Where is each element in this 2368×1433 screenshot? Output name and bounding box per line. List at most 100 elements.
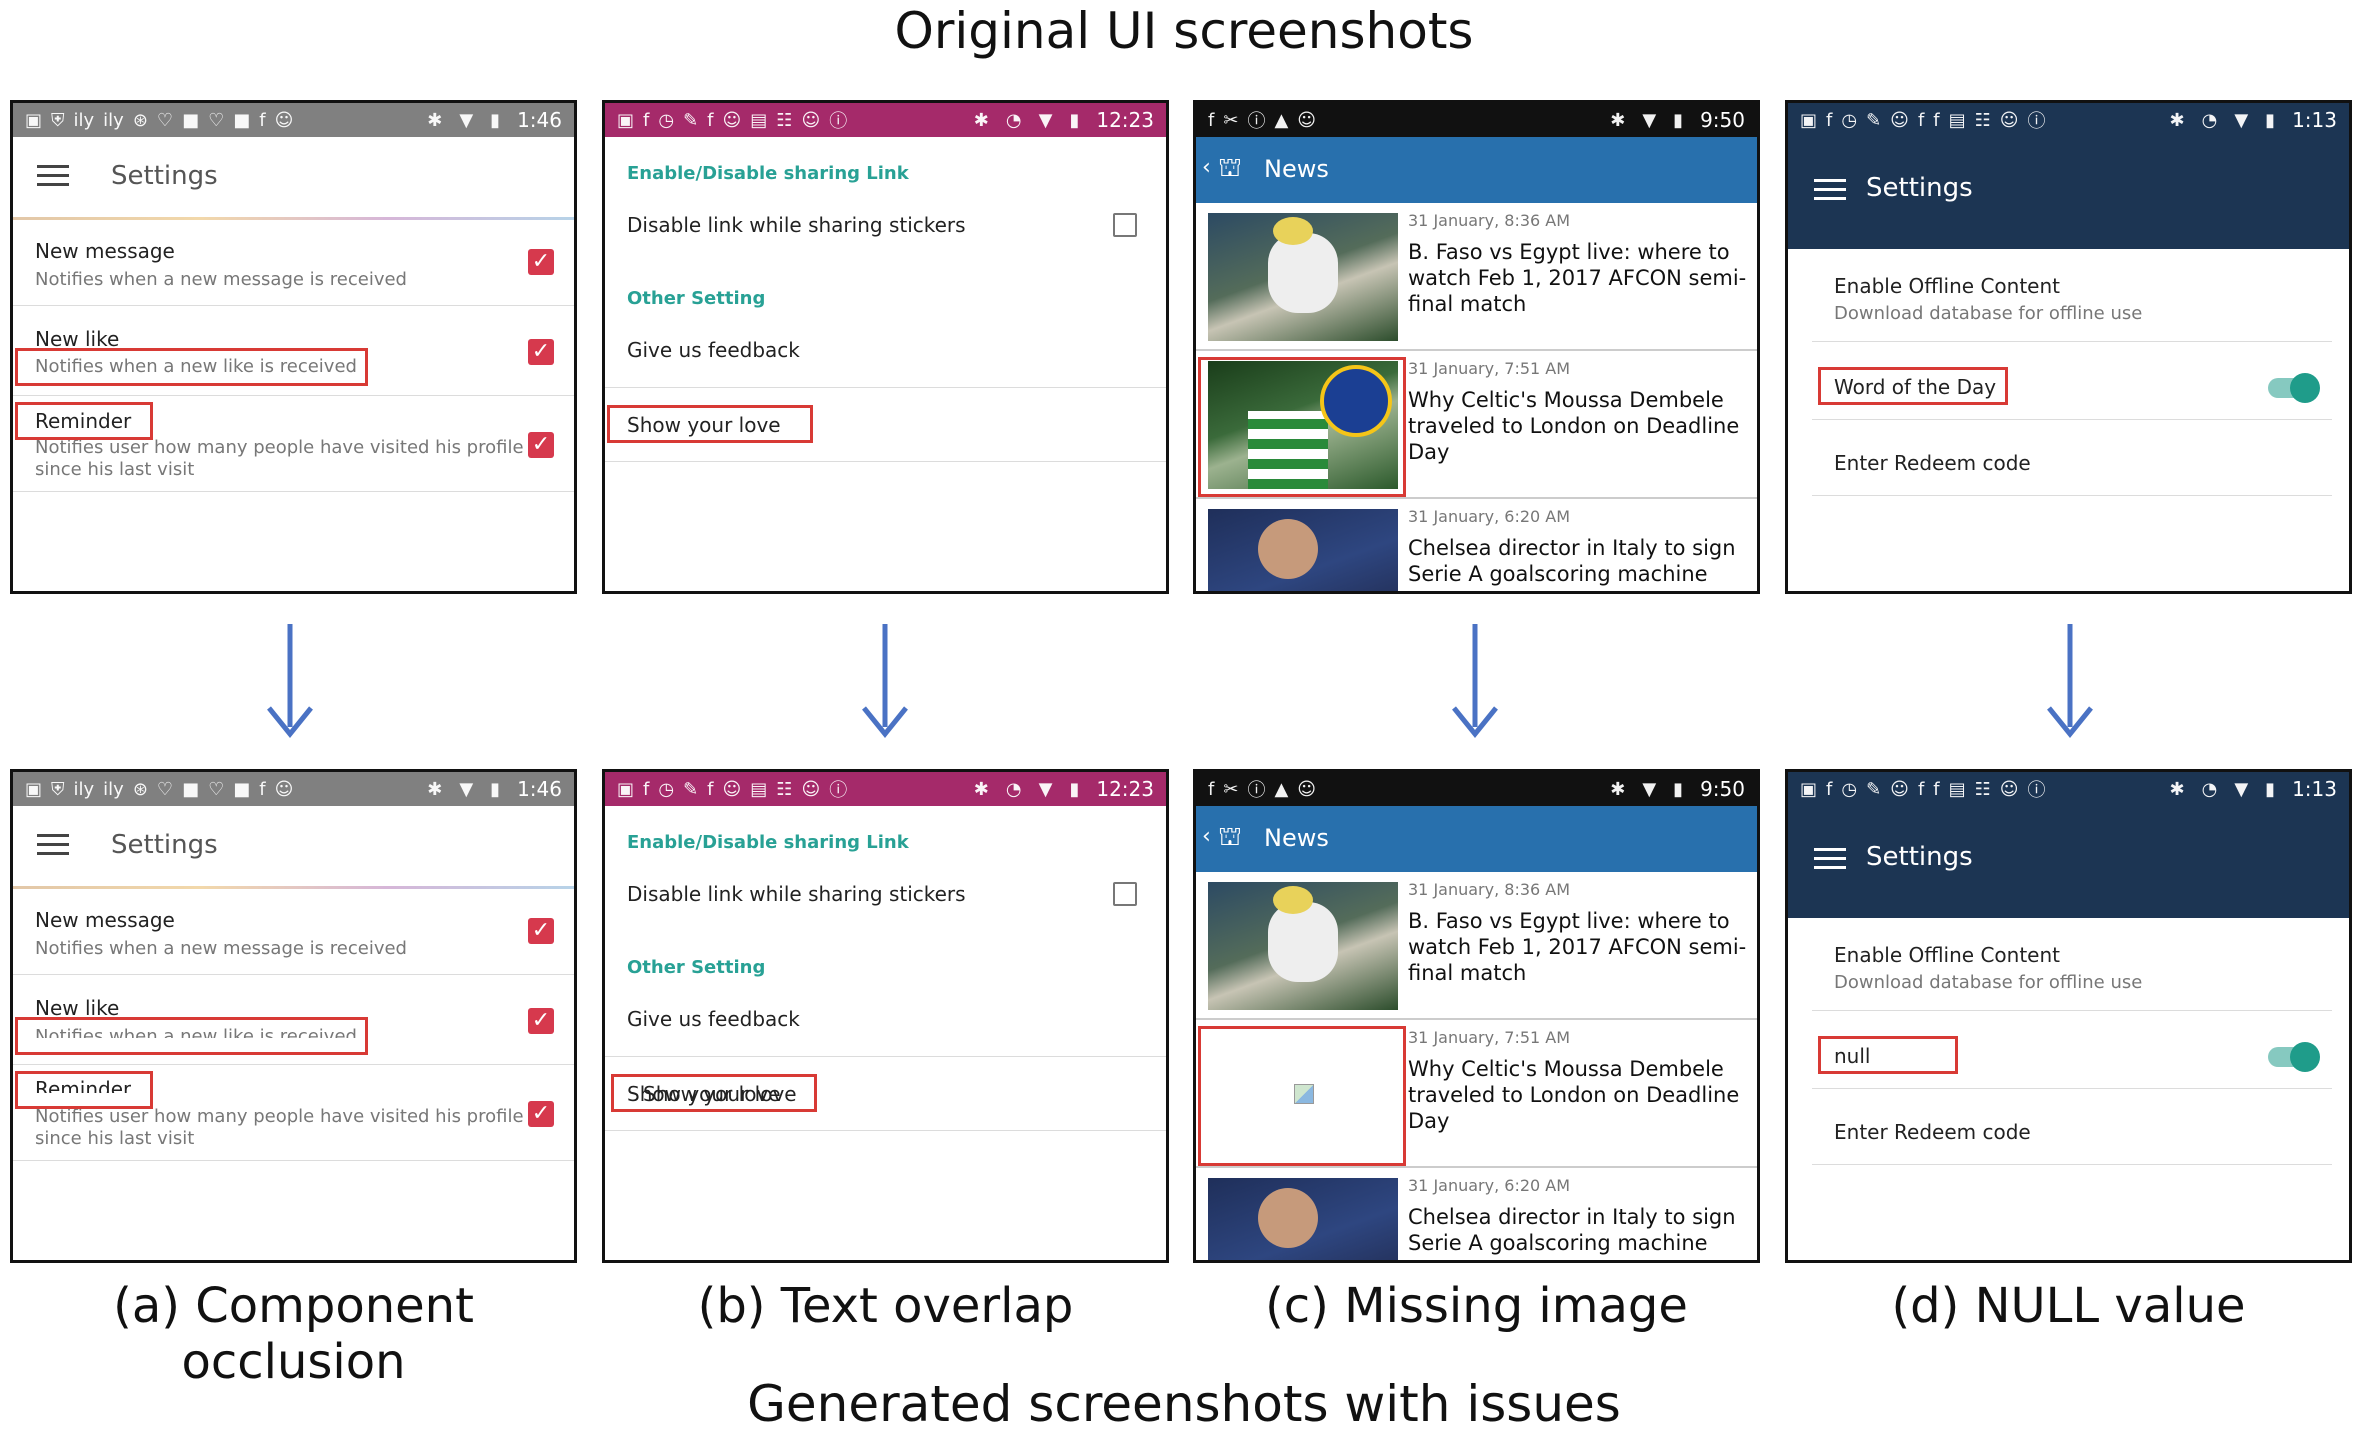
divider (1812, 1010, 2332, 1011)
down-arrow (2047, 624, 2093, 738)
caption-c: (c) Missing image (1265, 1278, 1688, 1334)
phone-a-generated: ▣ ⛨ ily ily ⊛ ♡ ■ ♡ ■ f ☺ ✱ ▼ ▮ 1:46 Settings New mes… (10, 769, 577, 1263)
status-bar: ▣ f ◷ ✎ ☺ f f ▤ ☷ ☺ ⓘ ✱ ◔ ▼ ▮ 1:13 (1788, 772, 2349, 806)
checkbox-new-like[interactable]: ✓ (528, 339, 554, 365)
row-title[interactable]: Give us feedback (627, 1007, 800, 1031)
divider (1812, 495, 2332, 496)
signal-icon: ▼ (459, 109, 474, 131)
section-header: Enable/Disable sharing Link (627, 832, 909, 853)
bluetooth-icon: ✱ (1610, 778, 1626, 800)
checkbox-new-like[interactable]: ✓ (528, 1008, 554, 1034)
article-thumbnail (1208, 1178, 1398, 1260)
highlight-box (15, 1017, 368, 1055)
article-thumbnail (1208, 213, 1398, 341)
article-item[interactable]: 31 January, 8:36 AM B. Faso vs Egypt liv… (1196, 872, 1757, 1020)
lock-icon: ▲ (1274, 109, 1289, 131)
row-subtitle: since his last visit (35, 1128, 195, 1149)
timer-icon: ◷ (1841, 778, 1858, 800)
article-title: Chelsea director in Italy to sign Serie … (1408, 1205, 1736, 1255)
highlight-box (1198, 1026, 1406, 1166)
app-icon: ☷ (1974, 109, 1991, 131)
status-bar: ▣ ⛨ ily ily ⊛ ♡ ■ ♡ ■ f ☺ ✱ ▼ ▮ 1:46 (13, 772, 574, 806)
menu-icon[interactable] (1814, 179, 1846, 201)
menu-icon[interactable] (37, 165, 69, 187)
square-icon: ■ (233, 109, 251, 131)
row-subtitle: Notifies when a new message is received (35, 269, 407, 290)
article-item[interactable]: 31 January, 6:20 AM Chelsea director in … (1196, 499, 1757, 591)
article-title: B. Faso vs Egypt live: where to watch Fe… (1408, 240, 1747, 316)
divider (605, 1056, 1166, 1057)
app-bar-title: News (1264, 824, 1329, 852)
divider (13, 974, 574, 975)
download-icon: ⊛ (132, 109, 148, 131)
article-date: 31 January, 6:20 AM (1408, 1176, 1571, 1195)
wrench-icon: ✎ (1866, 109, 1882, 131)
alarm-icon: ◔ (1005, 109, 1022, 131)
row-title[interactable]: Enter Redeem code (1834, 451, 2031, 475)
facebook-icon: f (1933, 778, 1940, 800)
menu-icon[interactable] (37, 834, 69, 856)
down-arrow (267, 624, 313, 738)
caption-a: (a) Component occlusion (113, 1278, 474, 1390)
divider (1812, 419, 2332, 420)
row-subtitle: Notifies user how many people have visit… (35, 437, 524, 458)
row-title: New message (35, 239, 175, 263)
row-title[interactable]: Give us feedback (627, 338, 800, 362)
facebook-icon: f (259, 778, 266, 800)
robot-icon: ☺ (1297, 109, 1317, 131)
facebook-icon: f (1208, 778, 1215, 800)
section-header: Enable/Disable sharing Link (627, 163, 909, 184)
article-thumbnail (1208, 882, 1398, 1010)
down-arrow (862, 624, 908, 738)
clock-time: 12:23 (1096, 108, 1154, 132)
toggle-switch[interactable] (2268, 373, 2320, 403)
section-header: Other Setting (627, 957, 766, 978)
app-icon: ☷ (776, 778, 793, 800)
info-icon: ⓘ (829, 780, 848, 801)
checkbox-reminder[interactable]: ✓ (528, 1101, 554, 1127)
checkbox-new-message[interactable]: ✓ (528, 249, 554, 275)
timer-icon: ◷ (658, 109, 675, 131)
message-icon: ▣ (1800, 109, 1818, 131)
row-title[interactable]: Enter Redeem code (1834, 1120, 2031, 1144)
checkbox-new-message[interactable]: ✓ (528, 918, 554, 944)
article-thumbnail (1208, 509, 1398, 591)
facebook-icon: f (1208, 109, 1215, 131)
article-item[interactable]: 31 January, 8:36 AM B. Faso vs Egypt liv… (1196, 203, 1757, 351)
article-item[interactable]: 31 January, 6:20 AM Chelsea director in … (1196, 1168, 1757, 1260)
facebook-icon: f (643, 778, 650, 800)
clock-time: 12:23 (1096, 777, 1154, 801)
checkbox-disable-link[interactable] (1113, 882, 1137, 906)
app-icon: ☷ (1974, 778, 1991, 800)
bluetooth-icon: ✱ (973, 109, 989, 131)
bluetooth-icon: ✱ (2169, 109, 2185, 131)
message-icon: ▣ (617, 778, 635, 800)
row-subtitle: Notifies user how many people have visit… (35, 1106, 524, 1127)
wifi-icon: ily (103, 109, 124, 131)
smile-icon: ☺ (1999, 778, 2019, 800)
message-icon: ▣ (25, 109, 43, 131)
wifi-icon: ily (103, 778, 124, 800)
section-header: Other Setting (627, 288, 766, 309)
menu-icon[interactable] (1814, 848, 1846, 870)
toggle-switch[interactable] (2268, 1042, 2320, 1072)
signal-icon: ▼ (1642, 109, 1657, 131)
qt-icon: ▤ (1948, 109, 1966, 131)
caption-b: (b) Text overlap (697, 1278, 1074, 1334)
smile-icon: ☺ (1890, 109, 1909, 131)
back-icon[interactable]: ‹ (1202, 155, 1211, 180)
checkbox-reminder[interactable]: ✓ (528, 432, 554, 458)
row-subtitle: Download database for offline use (1834, 303, 2143, 324)
checkbox-disable-link[interactable] (1113, 213, 1137, 237)
divider (1812, 1164, 2332, 1165)
header-divider (13, 886, 574, 889)
location-icon: ♡ (156, 109, 174, 131)
status-bar: ▣ f ◷ ✎ f ☺ ▤ ☷ ☺ ⓘ ✱ ◔ ▼ ▮ 12:23 (605, 772, 1166, 806)
clock-time: 9:50 (1700, 777, 1745, 801)
info-icon: ⓘ (2027, 111, 2046, 132)
status-bar: f ✂ ⓘ ▲ ☺ ✱ ▼ ▮ 9:50 (1196, 772, 1757, 806)
smile-icon: ☺ (1890, 778, 1909, 800)
back-icon[interactable]: ‹ (1202, 824, 1211, 849)
download-icon: ⊛ (132, 778, 148, 800)
signal-icon: ▼ (1038, 778, 1053, 800)
